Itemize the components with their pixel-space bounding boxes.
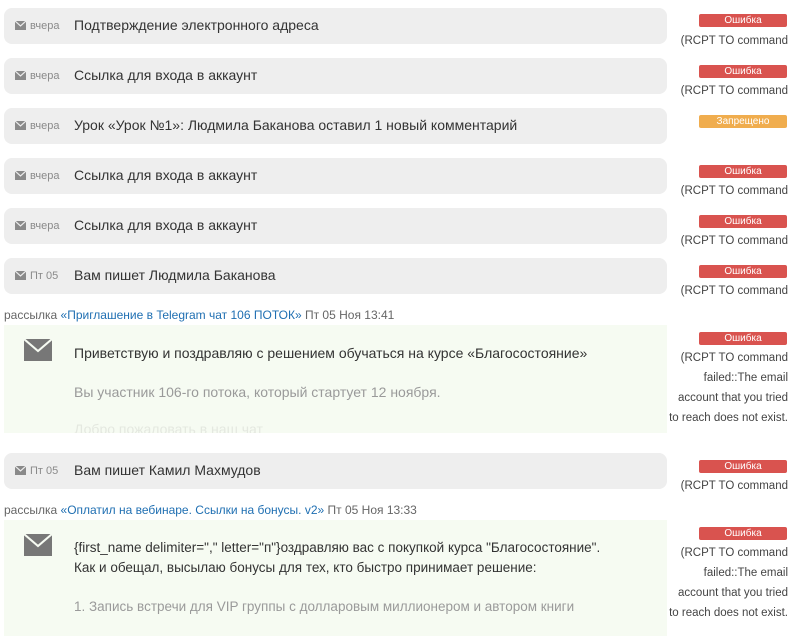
status-badge: Ошибка <box>699 332 787 345</box>
campaign-link[interactable]: «Приглашение в Telegram чат 106 ПОТОК» <box>61 308 302 322</box>
error-text: to reach does not exist. <box>669 412 788 424</box>
delivery-status: Ошибка (RCPT TO command failed::The emai… <box>667 332 798 432</box>
error-text: (RCPT TO command <box>680 185 788 197</box>
email-row[interactable]: Пт 05 Вам пишет Камил Махмудов <box>4 453 667 489</box>
envelope-icon <box>15 21 26 30</box>
error-text: account that you tried <box>678 392 788 404</box>
envelope-icon <box>15 221 26 230</box>
email-row[interactable]: вчера Подтверждение электронного адреса <box>4 8 667 44</box>
delivery-status: Ошибка (RCPT TO command <box>667 65 798 101</box>
message-line: Приветствую и поздравляю с решением обуч… <box>74 345 588 361</box>
email-subject[interactable]: Вам пишет Людмила Баканова <box>74 267 276 283</box>
email-subject[interactable]: Ссылка для входа в аккаунт <box>74 67 257 83</box>
error-text: account that you tried <box>678 587 788 599</box>
delivery-status: Ошибка (RCPT TO command failed::The emai… <box>667 527 798 627</box>
message-preview[interactable]: {first_name delimiter="," letter="п"}озд… <box>4 520 667 636</box>
campaign-link[interactable]: «Оплатил на вебинаре. Ссылки на бонусы. … <box>61 503 325 517</box>
error-text: (RCPT TO command <box>680 35 788 47</box>
status-badge: Ошибка <box>699 14 787 27</box>
error-text: (RCPT TO command <box>680 480 788 492</box>
email-subject[interactable]: Вам пишет Камил Махмудов <box>74 462 261 478</box>
error-text: (RCPT TO command <box>680 547 788 559</box>
delivery-status: Запрещено <box>667 115 798 135</box>
error-text: failed::The email <box>703 372 788 384</box>
message-line-faded: Добро пожаловать в наш чат <box>74 421 263 433</box>
status-badge: Запрещено <box>699 115 787 128</box>
email-subject[interactable]: Ссылка для входа в аккаунт <box>74 167 257 183</box>
campaign-prefix: рассылка <box>4 503 58 517</box>
campaign-header: рассылка «Приглашение в Telegram чат 106… <box>4 308 394 322</box>
email-date: вчера <box>30 120 60 132</box>
status-badge: Ошибка <box>699 460 787 473</box>
email-row[interactable]: Пт 05 Вам пишет Людмила Баканова <box>4 258 667 294</box>
email-date: Пт 05 <box>30 465 59 477</box>
status-badge: Ошибка <box>699 65 787 78</box>
envelope-icon <box>15 71 26 80</box>
email-row[interactable]: вчера Урок «Урок №1»: Людмила Баканова о… <box>4 108 667 144</box>
status-badge: Ошибка <box>699 527 787 540</box>
delivery-status: Ошибка (RCPT TO command <box>667 14 798 50</box>
envelope-icon <box>15 271 26 280</box>
campaign-header: рассылка «Оплатил на вебинаре. Ссылки на… <box>4 503 417 517</box>
email-row[interactable]: вчера Ссылка для входа в аккаунт <box>4 58 667 94</box>
message-line: Вы участник 106-го потока, который старт… <box>74 384 441 400</box>
email-row[interactable]: вчера Ссылка для входа в аккаунт <box>4 158 667 194</box>
error-text: to reach does not exist. <box>669 607 788 619</box>
status-badge: Ошибка <box>699 165 787 178</box>
envelope-icon <box>15 466 26 475</box>
campaign-prefix: рассылка <box>4 308 58 322</box>
delivery-status: Ошибка (RCPT TO command <box>667 460 798 496</box>
error-text: (RCPT TO command <box>680 235 788 247</box>
error-text: (RCPT TO command <box>680 85 788 97</box>
email-date: вчера <box>30 20 60 32</box>
status-badge: Ошибка <box>699 215 787 228</box>
message-line: Как и обещал, высылаю бонусы для тех, кт… <box>74 560 537 575</box>
envelope-icon <box>15 171 26 180</box>
delivery-status: Ошибка (RCPT TO command <box>667 165 798 201</box>
email-date: вчера <box>30 220 60 232</box>
delivery-status: Ошибка (RCPT TO command <box>667 265 798 301</box>
email-date: вчера <box>30 170 60 182</box>
email-row[interactable]: вчера Ссылка для входа в аккаунт <box>4 208 667 244</box>
campaign-datetime: Пт 05 Ноя 13:33 <box>327 503 417 517</box>
email-date: вчера <box>30 70 60 82</box>
envelope-icon <box>15 121 26 130</box>
envelope-icon <box>24 339 52 361</box>
email-subject[interactable]: Ссылка для входа в аккаунт <box>74 217 257 233</box>
envelope-icon <box>24 534 52 556</box>
status-badge: Ошибка <box>699 265 787 278</box>
campaign-datetime: Пт 05 Ноя 13:41 <box>304 308 395 322</box>
message-line: 1. Запись встречи для VIP группы с долла… <box>74 599 575 614</box>
message-line: {first_name delimiter="," letter="п"}озд… <box>74 540 601 555</box>
email-date: Пт 05 <box>30 270 59 282</box>
message-preview[interactable]: Приветствую и поздравляю с решением обуч… <box>4 325 667 433</box>
delivery-status: Ошибка (RCPT TO command <box>667 215 798 251</box>
email-subject[interactable]: Подтверждение электронного адреса <box>74 17 319 33</box>
error-text: failed::The email <box>703 567 788 579</box>
error-text: (RCPT TO command <box>680 352 788 364</box>
email-subject[interactable]: Урок «Урок №1»: Людмила Баканова оставил… <box>74 117 517 133</box>
error-text: (RCPT TO command <box>680 285 788 297</box>
